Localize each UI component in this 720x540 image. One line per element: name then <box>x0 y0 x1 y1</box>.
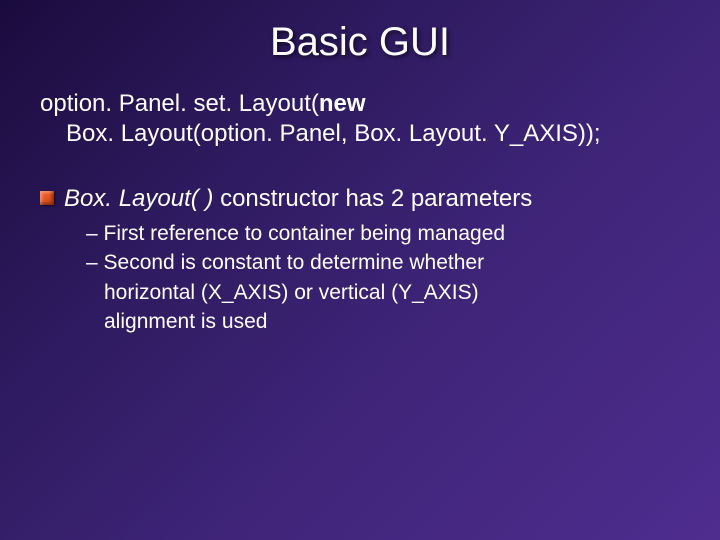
sub-list: – First reference to container being man… <box>0 220 720 335</box>
slide-title: Basic GUI <box>0 0 720 89</box>
bullet-rest: constructor has 2 parameters <box>213 185 532 212</box>
code-line-2: Box. Layout(option. Panel, Box. Layout. … <box>40 119 700 149</box>
code-text: option. Panel. set. Layout( <box>40 90 319 117</box>
sub-item-1: – First reference to container being man… <box>86 220 680 247</box>
bullet-italic: Box. Layout( ) <box>64 185 213 212</box>
bullet-item: Box. Layout( ) constructor has 2 paramet… <box>0 183 720 214</box>
bullet-text: Box. Layout( ) constructor has 2 paramet… <box>64 183 532 214</box>
sub-item-2b: horizontal (X_AXIS) or vertical (Y_AXIS) <box>86 279 680 306</box>
sub-item-2c: alignment is used <box>86 308 680 335</box>
keyword-new: new <box>319 90 366 117</box>
code-example: option. Panel. set. Layout(new Box. Layo… <box>0 89 720 149</box>
sub-item-2a: – Second is constant to determine whethe… <box>86 249 680 276</box>
square-bullet-icon <box>40 191 54 205</box>
code-line-1: option. Panel. set. Layout(new <box>40 89 700 119</box>
slide: Basic GUI option. Panel. set. Layout(new… <box>0 0 720 540</box>
